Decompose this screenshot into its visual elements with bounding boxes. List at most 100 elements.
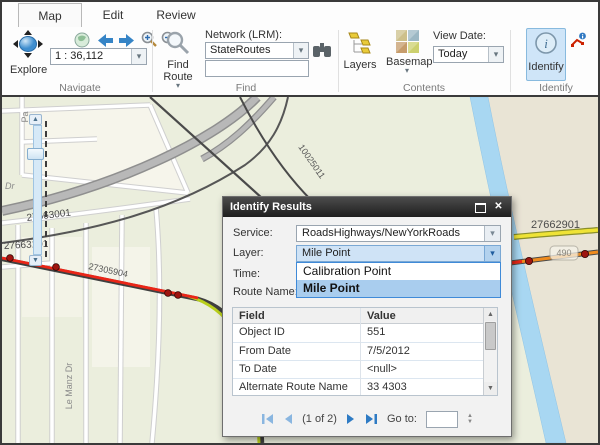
street-name-label: Le Manz Dr bbox=[64, 363, 74, 410]
identify-info-icon: i bbox=[534, 31, 558, 56]
table-header: Field Value bbox=[233, 308, 497, 324]
value-cell: 33 4303 bbox=[367, 381, 407, 393]
dropdown-option-mile-point[interactable]: Mile Point bbox=[297, 280, 500, 297]
service-dropdown-arrow[interactable]: ▾ bbox=[484, 226, 500, 241]
shield-number: 490 bbox=[556, 248, 571, 258]
scroll-down-arrow[interactable]: ▼ bbox=[484, 382, 497, 395]
route-number-label: 27663101 bbox=[4, 239, 49, 252]
view-date-dropdown-arrow[interactable]: ▾ bbox=[488, 47, 503, 62]
service-value: RoadsHighways/NewYorkRoads bbox=[302, 227, 460, 239]
network-combobox[interactable]: StateRoutes ▾ bbox=[205, 42, 309, 59]
layer-combobox[interactable]: Mile Point ▾ bbox=[296, 245, 501, 262]
zoom-slider-track[interactable] bbox=[33, 125, 42, 255]
field-cell: Alternate Route Name bbox=[239, 381, 348, 393]
basemap-dropdown-arrow: ▾ bbox=[386, 68, 428, 74]
view-date-combobox[interactable]: Today ▾ bbox=[433, 46, 504, 63]
page-indicator: (1 of 2) bbox=[302, 413, 337, 425]
forward-arrow-icon[interactable] bbox=[118, 34, 136, 47]
field-cell: Object ID bbox=[239, 326, 285, 338]
zoom-slider-thumb[interactable] bbox=[27, 148, 44, 160]
tab-map[interactable]: Map bbox=[18, 3, 82, 27]
layers-icon bbox=[347, 30, 373, 56]
value-column-header: Value bbox=[367, 310, 396, 322]
network-dropdown-arrow[interactable]: ▾ bbox=[293, 43, 308, 58]
value-cell: <null> bbox=[367, 363, 397, 375]
table-row: Alternate Route Name 33 4303 bbox=[233, 378, 483, 396]
field-column-header: Field bbox=[239, 310, 265, 322]
explore-pan-icon bbox=[11, 29, 45, 59]
svg-text:i: i bbox=[544, 36, 548, 51]
value-cell: 551 bbox=[367, 326, 385, 338]
goto-spinner[interactable]: ▲▼ bbox=[467, 413, 473, 425]
dialog-titlebar[interactable]: Identify Results ✕ bbox=[223, 197, 511, 217]
contents-group-label: Contents bbox=[364, 82, 484, 94]
basemap-icon bbox=[396, 30, 419, 53]
tab-review[interactable]: Review bbox=[144, 3, 208, 27]
table-row: Object ID 551 bbox=[233, 324, 483, 342]
ribbon-separator bbox=[510, 30, 511, 92]
network-value: StateRoutes bbox=[210, 44, 271, 56]
zoom-slider-up-button[interactable]: ▲ bbox=[29, 114, 42, 125]
scroll-up-arrow[interactable]: ▲ bbox=[484, 308, 497, 321]
dialog-title: Identify Results bbox=[230, 201, 312, 213]
field-cell: From Date bbox=[239, 345, 291, 357]
goto-label: Go to: bbox=[387, 413, 417, 425]
layers-button[interactable]: Layers bbox=[342, 30, 378, 71]
attributes-table: Field Value Object ID 551 From Date 7/5/… bbox=[232, 307, 498, 396]
ribbon-separator bbox=[152, 30, 153, 92]
view-date-value: Today bbox=[438, 48, 467, 60]
goto-page-input[interactable] bbox=[426, 411, 458, 428]
route-input[interactable] bbox=[205, 60, 309, 77]
route-number-label: 27662901 bbox=[531, 219, 580, 231]
find-group-label: Find bbox=[186, 82, 306, 94]
last-page-button[interactable] bbox=[365, 413, 378, 425]
find-route-label-1: Find bbox=[158, 59, 198, 71]
identify-group-label: Identify bbox=[516, 82, 596, 94]
scale-dropdown-arrow[interactable]: ▾ bbox=[131, 49, 146, 64]
find-route-button[interactable]: Find Route ▾ bbox=[158, 30, 198, 89]
service-label: Service: bbox=[233, 227, 273, 239]
layer-dropdown-list: Calibration Point Mile Point bbox=[296, 262, 501, 298]
ribbon: Map Edit Review Explore bbox=[2, 2, 598, 95]
service-combobox[interactable]: RoadsHighways/NewYorkRoads ▾ bbox=[296, 225, 501, 242]
layer-label: Layer: bbox=[233, 247, 264, 259]
identify-route-tool-icon[interactable] bbox=[570, 32, 587, 49]
layer-dropdown-arrow[interactable]: ▾ bbox=[484, 246, 500, 261]
app-window: Map Edit Review Explore bbox=[0, 0, 600, 445]
network-lrm-label: Network (LRM): bbox=[205, 29, 282, 41]
dropdown-option-calibration-point[interactable]: Calibration Point bbox=[297, 263, 500, 280]
maximize-button[interactable] bbox=[474, 201, 487, 213]
identify-button-label: Identify bbox=[527, 61, 565, 73]
full-extent-globe-icon[interactable] bbox=[74, 32, 90, 48]
explore-label: Explore bbox=[10, 64, 46, 76]
basemap-button[interactable]: Basemap ▾ bbox=[386, 30, 428, 74]
route-name-label: Route Name: bbox=[233, 286, 298, 298]
layer-value: Mile Point bbox=[302, 247, 350, 259]
identify-button[interactable]: i Identify bbox=[526, 28, 566, 81]
table-row: To Date <null> bbox=[233, 360, 483, 378]
next-page-button[interactable] bbox=[346, 413, 356, 425]
explore-button[interactable]: Explore bbox=[10, 29, 46, 76]
maximize-icon bbox=[475, 203, 486, 213]
value-cell: 7/5/2012 bbox=[367, 345, 410, 357]
street-name-label: Dr bbox=[5, 181, 15, 191]
table-scrollbar[interactable]: ▲ ▼ bbox=[483, 308, 497, 395]
time-label: Time: bbox=[233, 268, 260, 280]
binoculars-icon[interactable] bbox=[313, 43, 331, 58]
field-cell: To Date bbox=[239, 363, 277, 375]
scale-combobox[interactable]: 1 : 36,112 ▾ bbox=[50, 48, 147, 65]
identify-results-dialog: Identify Results ✕ Service: RoadsHighway… bbox=[222, 196, 512, 437]
back-arrow-icon[interactable] bbox=[96, 34, 114, 47]
table-row: From Date 7/5/2012 bbox=[233, 342, 483, 360]
first-page-button[interactable] bbox=[261, 413, 274, 425]
pagination-bar: (1 of 2) Go to: ▲▼ bbox=[223, 408, 511, 430]
zoom-in-icon[interactable] bbox=[141, 31, 158, 48]
close-button[interactable]: ✕ bbox=[492, 201, 505, 213]
tab-edit[interactable]: Edit bbox=[82, 3, 144, 27]
layers-label: Layers bbox=[342, 59, 378, 71]
previous-page-button[interactable] bbox=[283, 413, 293, 425]
navigate-group-label: Navigate bbox=[20, 82, 140, 94]
zoom-slider-down-button[interactable]: ▼ bbox=[29, 255, 42, 266]
find-route-magnifier-icon bbox=[165, 30, 191, 56]
scroll-thumb[interactable] bbox=[485, 322, 496, 350]
